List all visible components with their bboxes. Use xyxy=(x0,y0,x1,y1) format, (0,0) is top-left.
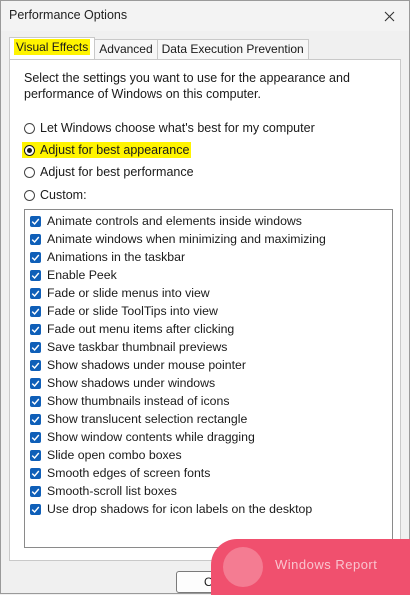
list-item[interactable]: Use drop shadows for icon labels on the … xyxy=(30,500,312,518)
radio-button[interactable] xyxy=(24,122,35,134)
checkbox[interactable] xyxy=(30,323,41,335)
list-item-label: Fade or slide ToolTips into view xyxy=(47,304,218,318)
list-item[interactable]: Slide open combo boxes xyxy=(30,446,182,464)
list-item-label: Animate controls and elements inside win… xyxy=(47,214,302,228)
checkbox[interactable] xyxy=(30,395,41,407)
list-item[interactable]: Show shadows under mouse pointer xyxy=(30,356,246,374)
checkmark-icon xyxy=(31,398,40,405)
list-item[interactable]: Save taskbar thumbnail previews xyxy=(30,338,227,356)
checkmark-icon xyxy=(31,344,40,351)
checkbox[interactable] xyxy=(30,449,41,461)
visual-effects-panel: Select the settings you want to use for … xyxy=(9,59,401,561)
radio-best-appearance[interactable]: Adjust for best appearance xyxy=(22,142,192,158)
checkbox[interactable] xyxy=(30,287,41,299)
settings-description: Select the settings you want to use for … xyxy=(24,71,350,101)
checkbox[interactable] xyxy=(30,413,41,425)
checkmark-icon xyxy=(31,506,40,513)
list-item-label: Fade or slide menus into view xyxy=(47,286,210,300)
checkbox[interactable] xyxy=(30,503,41,515)
list-item-label: Slide open combo boxes xyxy=(47,448,182,462)
checkbox[interactable] xyxy=(30,467,41,479)
checkbox[interactable] xyxy=(30,341,41,353)
list-item[interactable]: Show window contents while dragging xyxy=(30,428,255,446)
checkbox[interactable] xyxy=(30,305,41,317)
checkmark-icon xyxy=(31,380,40,387)
radio-best-performance[interactable]: Adjust for best performance xyxy=(24,164,194,180)
list-item[interactable]: Show thumbnails instead of icons xyxy=(30,392,230,410)
list-item-label: Show shadows under windows xyxy=(47,376,216,390)
checkbox[interactable] xyxy=(30,215,41,227)
radio-label: Let Windows choose what's best for my co… xyxy=(40,121,315,135)
radio-let-windows-choose[interactable]: Let Windows choose what's best for my co… xyxy=(24,120,315,136)
checkmark-icon xyxy=(31,218,40,225)
radio-custom[interactable]: Custom: xyxy=(24,187,87,203)
list-item-label: Show window contents while dragging xyxy=(47,430,255,444)
tab-label: Advanced xyxy=(99,42,153,56)
checkbox[interactable] xyxy=(30,359,41,371)
checkmark-icon xyxy=(31,362,40,369)
radio-label: Custom: xyxy=(40,188,87,202)
window-title: Performance Options xyxy=(9,8,128,22)
list-item-label: Show translucent selection rectangle xyxy=(47,412,248,426)
list-item[interactable]: Animate controls and elements inside win… xyxy=(30,212,302,230)
tab-label: Data Execution Prevention xyxy=(161,42,304,56)
list-item[interactable]: Fade or slide ToolTips into view xyxy=(30,302,218,320)
checkmark-icon xyxy=(31,434,40,441)
checkmark-icon xyxy=(31,272,40,279)
checkbox[interactable] xyxy=(30,377,41,389)
tab-data-execution-prevention[interactable]: Data Execution Prevention xyxy=(156,39,309,59)
checkmark-icon xyxy=(31,236,40,243)
radio-button[interactable] xyxy=(24,189,35,201)
title-bar: Performance Options xyxy=(1,1,409,31)
watermark-text: Windows Report xyxy=(275,557,378,572)
checkbox[interactable] xyxy=(30,251,41,263)
list-item-label: Fade out menu items after clicking xyxy=(47,322,235,336)
list-item[interactable]: Animate windows when minimizing and maxi… xyxy=(30,230,326,248)
checkmark-icon xyxy=(31,488,40,495)
checkbox[interactable] xyxy=(30,269,41,281)
checkbox[interactable] xyxy=(30,431,41,443)
list-item[interactable]: Show translucent selection rectangle xyxy=(30,410,247,428)
list-item-label: Show thumbnails instead of icons xyxy=(47,394,230,408)
list-item[interactable]: Show shadows under windows xyxy=(30,374,215,392)
tab-label: Visual Effects xyxy=(14,39,91,55)
tab-visual-effects[interactable]: Visual Effects xyxy=(9,37,96,59)
radio-button[interactable] xyxy=(24,144,35,156)
checkmark-icon xyxy=(31,452,40,459)
list-item[interactable]: Enable Peek xyxy=(30,266,117,284)
list-item[interactable]: Fade out menu items after clicking xyxy=(30,320,234,338)
performance-options-window: Performance Options Visual Effects Advan… xyxy=(0,0,410,595)
checkbox[interactable] xyxy=(30,485,41,497)
list-item[interactable]: Smooth edges of screen fonts xyxy=(30,464,210,482)
checkmark-icon xyxy=(31,308,40,315)
list-item-label: Save taskbar thumbnail previews xyxy=(47,340,228,354)
checkmark-icon xyxy=(31,326,40,333)
list-item-label: Smooth-scroll list boxes xyxy=(47,484,177,498)
close-button[interactable] xyxy=(369,1,409,31)
radio-label: Adjust for best appearance xyxy=(40,143,190,157)
radio-label: Adjust for best performance xyxy=(40,165,194,179)
checkmark-icon xyxy=(31,254,40,261)
list-item-label: Enable Peek xyxy=(47,268,117,282)
tab-advanced[interactable]: Advanced xyxy=(94,39,158,59)
radio-button[interactable] xyxy=(24,166,35,178)
checkmark-icon xyxy=(31,290,40,297)
close-icon xyxy=(384,11,394,21)
list-item-label: Show shadows under mouse pointer xyxy=(47,358,246,372)
list-item-label: Use drop shadows for icon labels on the … xyxy=(47,502,313,516)
watermark-logo: Windows Report xyxy=(211,539,410,595)
watermark-bubble-icon xyxy=(223,547,263,587)
tab-strip: Visual Effects Advanced Data Execution P… xyxy=(9,37,309,60)
list-item-label: Animate windows when minimizing and maxi… xyxy=(47,232,326,246)
list-item[interactable]: Animations in the taskbar xyxy=(30,248,185,266)
checkmark-icon xyxy=(31,416,40,423)
checkmark-icon xyxy=(31,470,40,477)
list-item-label: Smooth edges of screen fonts xyxy=(47,466,211,480)
list-item[interactable]: Fade or slide menus into view xyxy=(30,284,210,302)
list-item[interactable]: Smooth-scroll list boxes xyxy=(30,482,177,500)
list-item-label: Animations in the taskbar xyxy=(47,250,186,264)
visual-effects-list[interactable]: Animate controls and elements inside win… xyxy=(24,209,393,548)
checkbox[interactable] xyxy=(30,233,41,245)
